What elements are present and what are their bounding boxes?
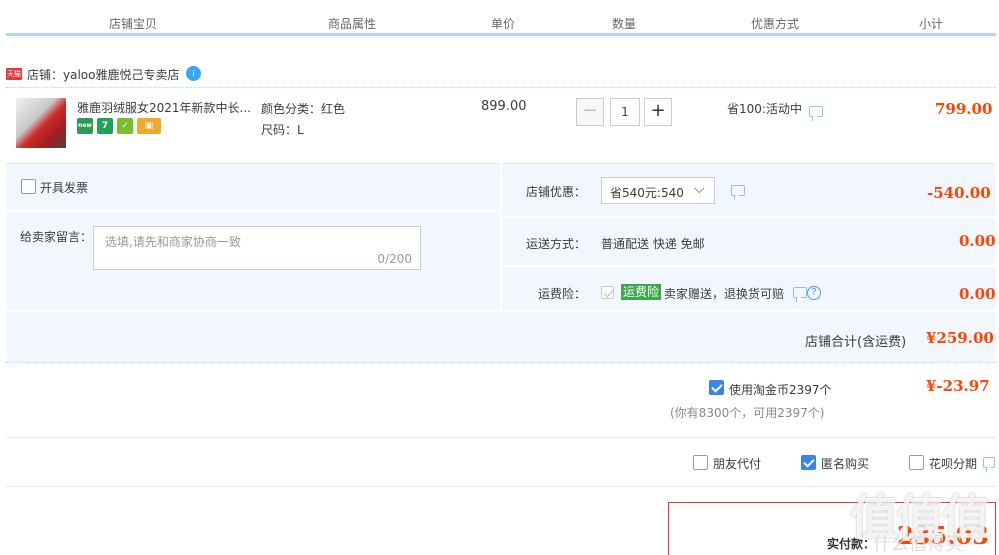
right-hsep-2 — [502, 265, 996, 267]
left-hsep — [6, 210, 500, 212]
insurance-label: 运费险： — [538, 287, 587, 301]
unit-price: 899.00 — [481, 99, 527, 114]
anonymous-label[interactable]: 匿名购买 — [821, 455, 869, 472]
discount-chat-icon[interactable] — [731, 185, 745, 196]
col-quantity: 数量 — [612, 17, 637, 31]
huabei-checkbox[interactable] — [909, 455, 924, 470]
table-header: 店铺宝贝 商品属性 单价 数量 优惠方式 小计 — [0, 0, 999, 36]
order-info-vsep — [500, 163, 502, 310]
item-promo: 省100:活动中 — [727, 102, 802, 116]
store-discount-select[interactable]: 省540元:540 ⌵ — [601, 177, 715, 204]
new-tag-icon: new — [77, 118, 93, 134]
insurance-checkbox — [601, 286, 614, 299]
shipping-amount: 0.00 — [959, 232, 996, 250]
shipping-value: 普通配送 快递 免邮 — [601, 237, 705, 251]
shipping-label: 运送方式： — [526, 237, 587, 251]
store-discount-value: 省540元:540 — [610, 186, 684, 200]
message-label: 给卖家留言： — [20, 230, 93, 244]
right-hsep-1 — [502, 216, 996, 218]
store-total-label: 店铺合计(含运费) — [805, 335, 907, 350]
huabei-chat-icon[interactable] — [983, 457, 995, 468]
product-title[interactable]: 雅鹿羽绒服女2021年新款中长... — [77, 99, 251, 116]
col-unit-price: 单价 — [491, 17, 516, 31]
col-store-item: 店铺宝贝 — [109, 17, 158, 31]
quantity-input[interactable]: 1 — [610, 98, 640, 126]
insurance-chat-icon[interactable] — [793, 287, 807, 298]
store-discount-amount: -540.00 — [927, 184, 991, 202]
tmall-badge-icon: 天猫 — [6, 68, 22, 80]
header-divider — [6, 33, 996, 36]
attr-color: 颜色分类：红色 — [261, 102, 346, 116]
total-hsep — [6, 310, 996, 312]
coins-amount: ¥-23.97 — [926, 377, 990, 395]
col-subtotal: 小计 — [919, 17, 944, 31]
col-discount: 优惠方式 — [751, 17, 800, 31]
store-total-value: ¥259.00 — [926, 329, 994, 347]
chevron-down-icon: ⌵ — [694, 181, 705, 197]
store-name[interactable]: 店铺：yaloo雅鹿悦己专卖店 — [27, 66, 179, 83]
quantity-minus-button[interactable]: − — [576, 98, 604, 126]
credit-card-icon: ▣ — [137, 118, 161, 134]
insurance-tag: 运费险 — [621, 284, 662, 300]
message-textarea[interactable]: 选填,请先和商家协商一致 0/200 — [93, 226, 421, 270]
friend-pay-checkbox[interactable] — [693, 455, 708, 470]
attr-size: 尺码：L — [261, 123, 304, 137]
message-counter: 0/200 — [377, 252, 412, 266]
watermark-text: 什么值得买 — [873, 534, 963, 555]
seven-day-return-icon: 7 — [97, 118, 113, 134]
invoice-checkbox[interactable] — [21, 179, 36, 194]
help-question-icon[interactable]: ? — [807, 286, 821, 300]
guarantee-icon: ✓ — [117, 118, 133, 134]
invoice-label[interactable]: 开具发票 — [40, 179, 88, 196]
col-attributes: 商品属性 — [328, 17, 377, 31]
anonymous-checkbox[interactable] — [801, 455, 816, 470]
message-placeholder: 选填,请先和商家协商一致 — [105, 235, 241, 249]
item-subtotal: 799.00 — [935, 100, 993, 118]
store-discount-label: 店铺优惠： — [526, 185, 587, 199]
options-divider — [6, 486, 996, 487]
coins-note: (你有8300个，可用2397个) — [670, 406, 825, 420]
store-info-icon[interactable]: i — [186, 66, 201, 81]
insurance-text: 卖家赠送，退换货可赔 — [664, 287, 785, 301]
huabei-label[interactable]: 花呗分期 — [929, 455, 977, 472]
coins-divider — [6, 437, 996, 438]
promo-chat-icon[interactable] — [809, 106, 823, 117]
friend-pay-label[interactable]: 朋友代付 — [713, 455, 761, 472]
coins-label[interactable]: 使用淘金币2397个 — [729, 381, 832, 398]
insurance-amount: 0.00 — [959, 285, 996, 303]
quantity-plus-button[interactable]: + — [644, 98, 672, 126]
coins-checkbox[interactable] — [709, 380, 724, 395]
product-thumbnail[interactable] — [16, 98, 66, 148]
store-divider — [6, 87, 996, 88]
